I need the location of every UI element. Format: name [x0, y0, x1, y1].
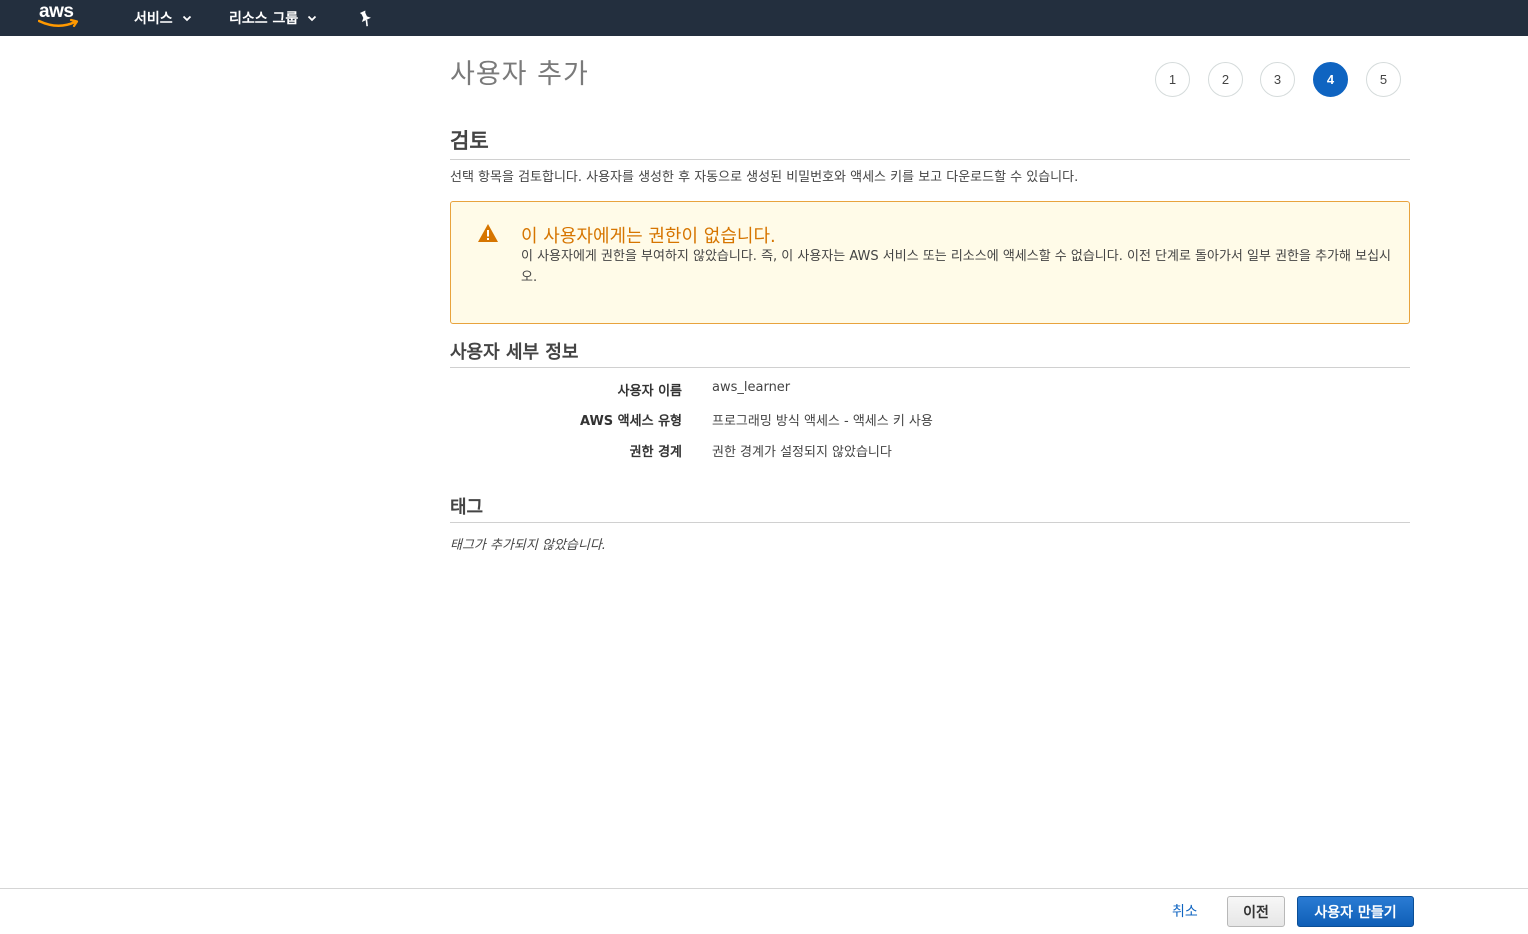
warning-icon: [477, 223, 499, 247]
detail-label: AWS 액세스 유형: [579, 414, 682, 429]
no-tags-message: 태그가 추가되지 않았습니다.: [450, 538, 606, 553]
services-menu-label: 서비스: [134, 11, 173, 27]
create-user-button[interactable]: 사용자 만들기: [1297, 896, 1414, 927]
review-heading: 검토: [450, 129, 489, 153]
divider: [450, 522, 1410, 523]
step-5[interactable]: 5: [1366, 62, 1401, 97]
detail-row-permissions-boundary: 권한 경계 권한 경계가 설정되지 않았습니다: [450, 441, 1410, 461]
chevron-down-icon: [307, 15, 317, 22]
tags-heading: 태그: [450, 497, 484, 518]
step-4-current[interactable]: 4: [1313, 62, 1348, 97]
divider: [450, 367, 1410, 368]
services-menu[interactable]: 서비스: [134, 7, 192, 29]
divider: [450, 159, 1410, 160]
page-title: 사용자 추가: [450, 59, 589, 90]
step-2[interactable]: 2: [1208, 62, 1243, 97]
warning-title: 이 사용자에게는 권한이 없습니다.: [521, 226, 776, 247]
footer-divider: [0, 888, 1528, 889]
review-description: 선택 항목을 검토합니다. 사용자를 생성한 후 자동으로 생성된 비밀번호와 …: [450, 170, 1079, 185]
detail-row-user-name: 사용자 이름 aws_learner: [450, 380, 1410, 400]
aws-smile-icon: [38, 18, 79, 28]
user-details-heading: 사용자 세부 정보: [450, 342, 579, 363]
detail-label: 권한 경계: [629, 445, 682, 460]
pin-icon[interactable]: [358, 8, 374, 30]
no-permissions-warning: 이 사용자에게는 권한이 없습니다. 이 사용자에게 권한을 부여하지 않았습니…: [450, 201, 1410, 324]
detail-value: aws_learner: [712, 380, 791, 395]
step-3[interactable]: 3: [1260, 62, 1295, 97]
top-navigation-bar: aws 서비스 리소스 그룹: [0, 0, 1528, 36]
resource-groups-menu-label: 리소스 그룹: [229, 11, 299, 27]
cancel-button[interactable]: 취소: [1164, 899, 1206, 923]
step-1[interactable]: 1: [1155, 62, 1190, 97]
resource-groups-menu[interactable]: 리소스 그룹: [229, 7, 317, 29]
detail-label: 사용자 이름: [617, 384, 682, 399]
detail-value: 권한 경계가 설정되지 않았습니다: [712, 445, 892, 460]
previous-button[interactable]: 이전: [1227, 896, 1285, 927]
chevron-down-icon: [182, 15, 192, 22]
aws-logo[interactable]: aws: [38, 0, 82, 32]
detail-value: 프로그래밍 방식 액세스 - 액세스 키 사용: [712, 414, 933, 429]
detail-row-access-type: AWS 액세스 유형 프로그래밍 방식 액세스 - 액세스 키 사용: [450, 410, 1410, 430]
warning-body: 이 사용자에게 권한을 부여하지 않았습니다. 즉, 이 사용자는 AWS 서비…: [521, 249, 1391, 285]
